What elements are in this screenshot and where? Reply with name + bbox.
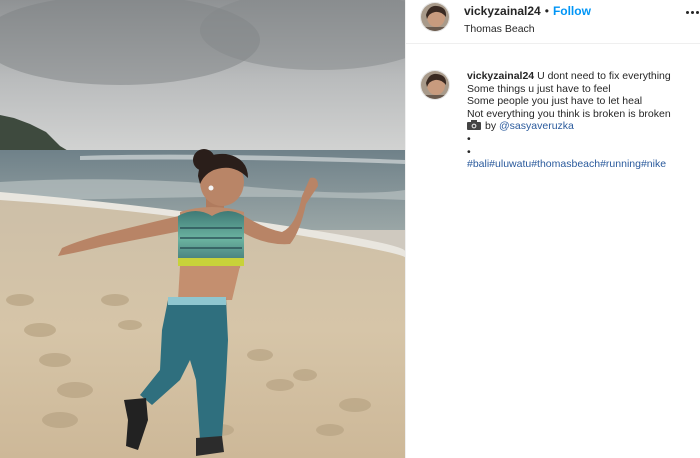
- follow-button[interactable]: Follow: [553, 4, 591, 18]
- caption-line: Not everything you think is broken is br…: [467, 107, 671, 120]
- more-options-icon[interactable]: [686, 11, 700, 23]
- instagram-post: vickyzainal24 • Follow Thomas Beach vickyz…: [0, 0, 700, 458]
- beach-photo-image: [0, 0, 405, 458]
- bullet-point: •: [467, 132, 471, 145]
- location-link[interactable]: Thomas Beach: [464, 22, 591, 37]
- photo-credit: by @sasyaveruzka: [467, 120, 687, 133]
- bullet-point: •: [467, 145, 471, 158]
- caption-line: Some people you just have to let heal: [467, 95, 643, 108]
- credit-handle-link[interactable]: @sasyaveruzka: [499, 120, 574, 132]
- credit-by: by: [485, 120, 497, 133]
- author-username[interactable]: vickyzainal24: [464, 4, 541, 18]
- caption-comment: vickyzainal24 U dont need to fix everyth…: [406, 44, 700, 171]
- post-photo[interactable]: [0, 0, 405, 458]
- hashtags-links[interactable]: #bali#uluwatu#thomasbeach#running#nike: [467, 158, 687, 171]
- caption-first-line: vickyzainal24 U dont need to fix everyth…: [467, 70, 687, 83]
- author-avatar[interactable]: [420, 2, 450, 32]
- caption-first-text: U dont need to fix everything: [537, 70, 671, 82]
- post-header: vickyzainal24 • Follow Thomas Beach: [406, 0, 700, 44]
- caption-line: Some things u just have to feel: [467, 82, 611, 95]
- separator-dot: •: [544, 4, 549, 18]
- camera-icon: [467, 120, 481, 131]
- caption-username[interactable]: vickyzainal24: [467, 70, 534, 82]
- header-text: vickyzainal24 • Follow Thomas Beach: [464, 4, 591, 37]
- caption-text: vickyzainal24 U dont need to fix everyth…: [467, 70, 687, 171]
- post-side-panel: vickyzainal24 • Follow Thomas Beach vickyz…: [405, 0, 700, 458]
- caption-author-avatar[interactable]: [420, 70, 450, 100]
